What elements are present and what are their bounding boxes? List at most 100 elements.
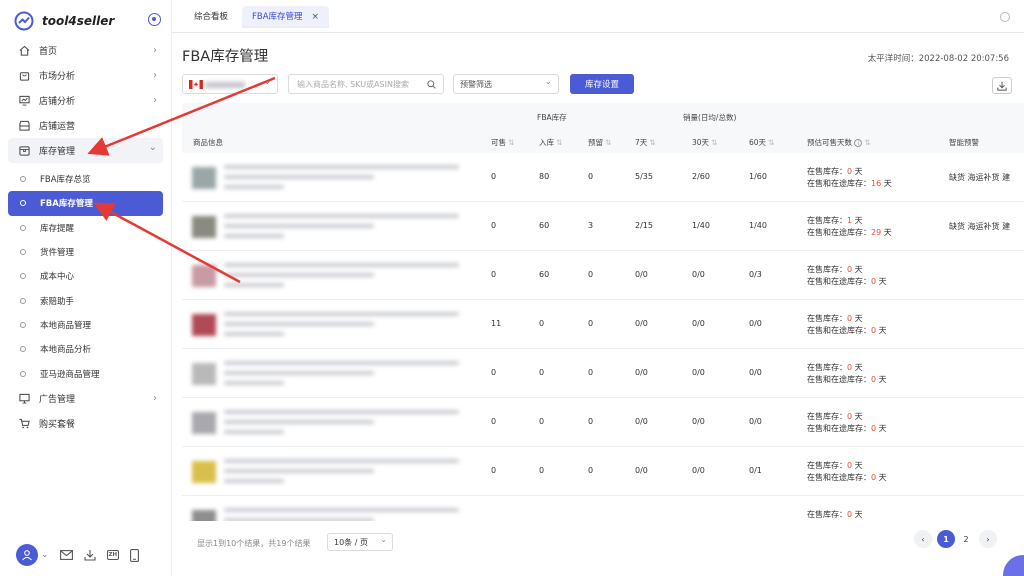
on-sale-days: 在售库存：0 天 (807, 411, 887, 423)
export-download-icon[interactable] (992, 77, 1012, 94)
col-est-days[interactable]: 预估可售天数 i ⇅ (807, 137, 871, 148)
product-thumbnail[interactable] (192, 265, 216, 287)
sidebar-sub-fba-overview[interactable]: FBA库存总览 (8, 167, 163, 191)
product-title-blurred[interactable] (224, 310, 464, 340)
chevron-down-icon: ⌄ (544, 77, 552, 87)
sidebar-sub-claims[interactable]: 索赔助手 (8, 288, 163, 312)
sidebar-sub-local-analysis[interactable]: 本地商品分析 (8, 337, 163, 361)
table-row[interactable]: 0 0 0 0/0 0/0 0/0 在售库存：0 天在售和在途库存：0 天 (182, 398, 1024, 447)
product-title-blurred[interactable] (224, 163, 464, 193)
zh-icon[interactable]: ZH (106, 550, 120, 560)
col-label: 可售 (491, 138, 506, 147)
cell-60d: 1/40 (749, 221, 767, 230)
sort-icon: ⇅ (556, 138, 563, 147)
cell-60d: 0/0 (749, 368, 762, 377)
product-thumbnail[interactable] (192, 412, 216, 434)
cell-available: 0 (491, 221, 497, 230)
search-icon[interactable] (427, 80, 436, 89)
sidebar-item-market-analysis[interactable]: 市场分析 › (8, 63, 163, 88)
sidebar-sub-cost-center[interactable]: 成本中心 (8, 264, 163, 288)
download-icon[interactable] (83, 549, 96, 561)
cell-30d: 0/0 (692, 270, 705, 279)
next-page-button[interactable]: › (979, 530, 997, 548)
sidebar-footer: ⌄ ZH (16, 544, 140, 566)
product-title-blurred[interactable] (224, 212, 464, 242)
col-reserved[interactable]: 预留 ⇅ (588, 137, 611, 148)
product-title-blurred[interactable] (224, 506, 464, 521)
col-inbound[interactable]: 入库 ⇅ (539, 137, 562, 148)
prev-page-button[interactable]: ‹ (914, 530, 932, 548)
product-title-blurred[interactable] (224, 359, 464, 389)
sidebar-sub-stock-reminder[interactable]: 库存提醒 (8, 216, 163, 240)
table-row[interactable]: 0 60 3 2/15 1/40 1/40 在售库存：1 天在售和在途库存：29 天缺货 海… (182, 202, 1024, 251)
unit-label: 天 (876, 277, 887, 286)
table-header: FBA库存 销量(日均/总数) 商品信息 可售 ⇅ 入库 ⇅ 预留 ⇅ 7天 ⇅ 30天… (182, 103, 1024, 153)
chevron-down-icon[interactable]: ⌄ (41, 550, 49, 560)
table-row[interactable]: 0 0 0 0/0 0/0 0/0 在售库存：0 天在售和在途库存：0 天 (182, 349, 1024, 398)
sidebar-item-buy-plan[interactable]: 购买套餐 (8, 411, 163, 436)
cell-reserved: 0 (588, 319, 594, 328)
col-available[interactable]: 可售 ⇅ (491, 137, 514, 148)
product-thumbnail[interactable] (192, 314, 216, 336)
alert-filter-label: 预警筛选 (460, 79, 492, 89)
stock-label: 在售库存： (807, 216, 847, 225)
product-thumbnail[interactable] (192, 510, 216, 521)
logo[interactable]: tool4seller (14, 10, 114, 32)
product-title-blurred[interactable] (224, 408, 464, 438)
info-icon[interactable]: i (854, 139, 863, 147)
sidebar-item-label: 库存管理 (39, 147, 76, 157)
sidebar-item-ads[interactable]: 广告管理 › (8, 386, 163, 411)
table-row[interactable]: 0 0 0 0/0 0/0 0/1 在售库存：0 天在售和在途库存：0 天 (182, 447, 1024, 496)
cell-inbound: 0 (539, 466, 545, 475)
product-thumbnail[interactable] (192, 461, 216, 483)
product-title-blurred[interactable] (224, 457, 464, 487)
stock-label: 在售和在途库存： (807, 424, 871, 433)
col-30d[interactable]: 30天 ⇅ (692, 137, 717, 148)
table-row[interactable]: 在售库存：0 天 (182, 496, 1024, 521)
stock-settings-button[interactable]: 库存设置 (570, 74, 634, 94)
on-sale-days: 在售库存：0 天 (807, 509, 863, 521)
bullet-icon (20, 273, 26, 280)
col-60d[interactable]: 60天 ⇅ (749, 137, 774, 148)
text-line-placeholder (224, 263, 459, 267)
close-icon[interactable]: × (312, 12, 320, 22)
table-row[interactable]: 0 60 0 0/0 0/0 0/3 在售库存：0 天在售和在途库存：0 天 (182, 251, 1024, 300)
table-row[interactable]: 11 0 0 0/0 0/0 0/0 在售库存：0 天在售和在途库存：0 天 (182, 300, 1024, 349)
sidebar-sub-label: 本地商品管理 (40, 320, 92, 331)
col-smart-alert: 智能预警 (949, 138, 979, 147)
search-input[interactable]: 输入商品名称, SKU或ASIN搜索 (288, 74, 444, 94)
page-size-select[interactable]: 10条 / 页 ⌄ (327, 533, 393, 551)
sidebar-item-label: 首页 (39, 47, 58, 57)
user-icon[interactable] (16, 544, 38, 566)
sidebar-item-inventory[interactable]: 库存管理 ⌄ (8, 138, 163, 163)
tab-fba-management[interactable]: FBA库存管理 × (242, 6, 330, 28)
text-line-placeholder (224, 430, 284, 434)
sidebar-sub-local-products[interactable]: 本地商品管理 (8, 313, 163, 337)
page-1-button[interactable]: 1 (937, 530, 955, 548)
phone-icon[interactable] (130, 548, 140, 562)
sidebar-toggle-icon[interactable] (148, 13, 161, 26)
sidebar-sub-amazon-products[interactable]: 亚马逊商品管理 (8, 361, 163, 385)
cell-inbound: 80 (539, 172, 550, 181)
tab-dashboard[interactable]: 综合看板 (184, 6, 238, 28)
product-thumbnail[interactable] (192, 216, 216, 238)
product-thumbnail[interactable] (192, 363, 216, 385)
page-2-button[interactable]: 2 (957, 530, 975, 548)
product-thumbnail[interactable] (192, 167, 216, 189)
sidebar-sub-shipments[interactable]: 货件管理 (8, 240, 163, 264)
marketplace-select[interactable]: ⌄ (182, 74, 278, 94)
cell-30d: 0/0 (692, 368, 705, 377)
mail-icon[interactable] (59, 550, 73, 560)
cell-smart-alert[interactable]: 缺货 海运补货 建 (949, 172, 1024, 183)
table-row[interactable]: 0 80 0 5/35 2/60 1/60 在售库存：0 天在售和在途库存：16 天缺货 海… (182, 153, 1024, 202)
sidebar-sub-fba-management[interactable]: FBA库存管理 (8, 191, 163, 216)
cell-smart-alert[interactable]: 缺货 海运补货 建 (949, 221, 1024, 232)
col-7d[interactable]: 7天 ⇅ (635, 137, 656, 148)
clock-icon[interactable] (1000, 12, 1010, 22)
sidebar-item-store-operations[interactable]: 店铺运营 (8, 113, 163, 138)
text-line-placeholder (224, 165, 459, 169)
sidebar-item-home[interactable]: 首页 › (8, 38, 163, 63)
alert-filter-select[interactable]: 预警筛选 ⌄ (453, 74, 559, 94)
sidebar-item-store-analysis[interactable]: 店铺分析 › (8, 88, 163, 113)
product-title-blurred[interactable] (224, 261, 464, 291)
